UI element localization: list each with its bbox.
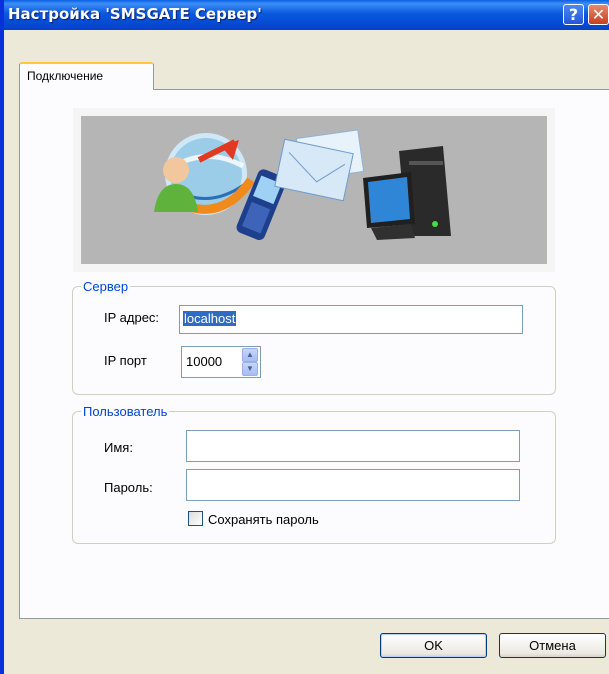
name-label: Имя:	[104, 440, 133, 455]
spin-up-icon[interactable]: ▲	[242, 348, 258, 362]
ip-address-input[interactable]: localhost	[179, 305, 523, 334]
save-password-label[interactable]: Сохранять пароль	[208, 512, 319, 527]
computer-icon	[363, 146, 451, 240]
banner-illustration	[73, 108, 555, 272]
password-label: Пароль:	[104, 480, 153, 495]
user-group-legend: Пользователь	[83, 404, 168, 419]
password-input[interactable]	[186, 469, 520, 501]
server-group: Сервер	[72, 279, 556, 395]
ip-port-label: IP порт	[104, 353, 147, 368]
ip-port-value: 10000	[186, 354, 223, 369]
server-group-legend: Сервер	[83, 279, 129, 294]
close-icon[interactable]: ✕	[588, 4, 609, 25]
cancel-button[interactable]: Отмена	[499, 633, 606, 658]
tab-connection[interactable]: Подключение	[19, 62, 154, 90]
spin-down-icon[interactable]: ▼	[242, 362, 258, 376]
help-icon[interactable]: ?	[563, 4, 584, 25]
name-input[interactable]	[186, 430, 520, 462]
ip-address-label: IP адрес:	[104, 310, 160, 325]
ok-button[interactable]: OK	[380, 633, 487, 658]
tab-label: Подключение	[27, 69, 104, 83]
envelope-icon	[274, 129, 365, 202]
banner-graphic	[154, 129, 451, 241]
window-title: Настройка 'SMSGATE Сервер'	[8, 5, 262, 23]
save-password-checkbox[interactable]	[188, 511, 203, 526]
ip-address-value: localhost	[183, 311, 237, 326]
title-bar[interactable]: Настройка 'SMSGATE Сервер' ? ✕	[4, 0, 609, 30]
